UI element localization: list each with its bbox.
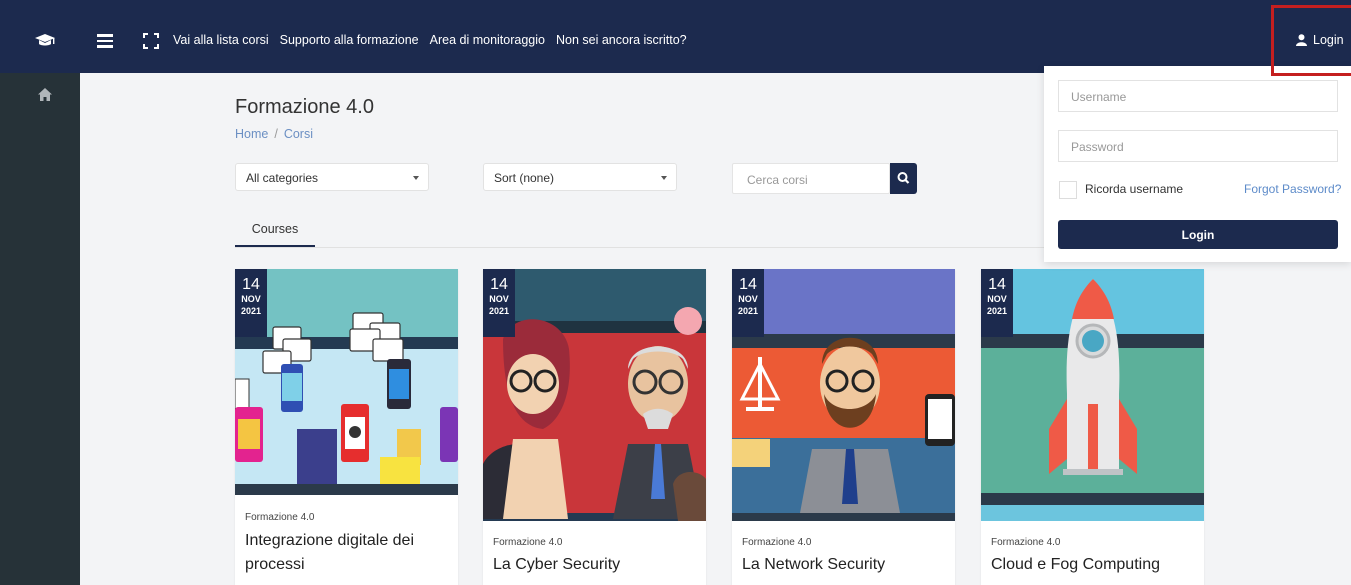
sort-select-value: Sort (none) [494,171,555,185]
top-navbar: Vai alla lista corsi Supporto alla forma… [0,0,1351,73]
course-date-badge: 14 NOV 2021 [981,269,1013,337]
left-sidebar [0,73,80,585]
category-select-value: All categories [246,171,319,185]
course-thumbnail-image [732,269,955,521]
course-year: 2021 [986,306,1008,316]
course-thumbnail-image [235,269,458,495]
course-category: Formazione 4.0 [245,512,315,523]
course-card[interactable]: 14 NOV 2021 Formazione 4.0 Integrazione … [235,269,458,585]
course-day: 14 [739,276,757,293]
fullscreen-icon[interactable] [143,33,159,49]
password-field[interactable]: Password [1058,130,1338,162]
course-card[interactable]: 14 NOV 2021 Formazione 4.0 La Cyber Secu… [483,269,706,585]
course-month: NOV [241,294,261,304]
top-nav-links: Vai alla lista corsi Supporto alla forma… [173,33,687,47]
username-field[interactable]: Username [1058,80,1338,112]
nav-link-course-list[interactable]: Vai alla lista corsi [173,33,269,47]
home-icon[interactable] [38,88,52,101]
course-card[interactable]: 14 NOV 2021 Formazione 4.0 La Network Se… [732,269,955,585]
search-button[interactable] [890,163,917,194]
category-select[interactable]: All categories [235,163,429,191]
nav-link-monitoring[interactable]: Area di monitoraggio [430,33,545,47]
breadcrumb-home[interactable]: Home [235,127,268,141]
hamburger-menu-icon[interactable] [97,34,113,48]
search-placeholder: Cerca corsi [747,173,808,187]
course-title[interactable]: La Network Security [742,553,947,577]
course-title[interactable]: Cloud e Fog Computing [991,553,1196,577]
course-title[interactable]: La Cyber Security [493,553,698,577]
course-thumbnail-image [981,269,1204,521]
course-day: 14 [242,276,260,293]
forgot-password-link[interactable]: Forgot Password? [1244,182,1341,196]
course-day: 14 [490,276,508,293]
course-category: Formazione 4.0 [991,537,1061,548]
login-submit-button[interactable]: Login [1058,220,1338,249]
course-month: NOV [489,294,509,304]
course-title[interactable]: Integrazione digitale dei processi [245,529,450,577]
search-icon [897,172,910,184]
graduation-cap-icon[interactable] [35,33,55,49]
course-thumbnail-image [483,269,706,521]
tab-courses[interactable]: Courses [235,211,315,247]
course-category: Formazione 4.0 [742,537,812,548]
login-highlight-box [1271,5,1351,76]
remember-username-label: Ricorda username [1085,182,1184,196]
password-placeholder: Password [1071,140,1124,154]
course-date-badge: 14 NOV 2021 [235,269,267,337]
sort-select[interactable]: Sort (none) [483,163,677,191]
course-year: 2021 [737,306,759,316]
breadcrumb: Home / Corsi [235,127,313,141]
course-date-badge: 14 NOV 2021 [732,269,764,337]
search-input[interactable]: Cerca corsi [732,163,890,194]
course-month: NOV [738,294,758,304]
chevron-down-icon [413,176,419,180]
page-title: Formazione 4.0 [235,96,374,118]
course-category: Formazione 4.0 [493,537,563,548]
chevron-down-icon [661,176,667,180]
course-date-badge: 14 NOV 2021 [483,269,515,337]
course-day: 14 [988,276,1006,293]
login-dropdown: Username Password Ricorda username Forgo… [1044,66,1351,262]
nav-link-signup[interactable]: Non sei ancora iscritto? [556,33,687,47]
course-card[interactable]: 14 NOV 2021 Formazione 4.0 Cloud e Fog C… [981,269,1204,585]
username-placeholder: Username [1071,90,1127,104]
course-month: NOV [987,294,1007,304]
course-year: 2021 [240,306,262,316]
course-year: 2021 [488,306,510,316]
remember-username-checkbox[interactable] [1059,181,1077,199]
nav-link-training-support[interactable]: Supporto alla formazione [280,33,419,47]
breadcrumb-courses[interactable]: Corsi [284,127,313,141]
